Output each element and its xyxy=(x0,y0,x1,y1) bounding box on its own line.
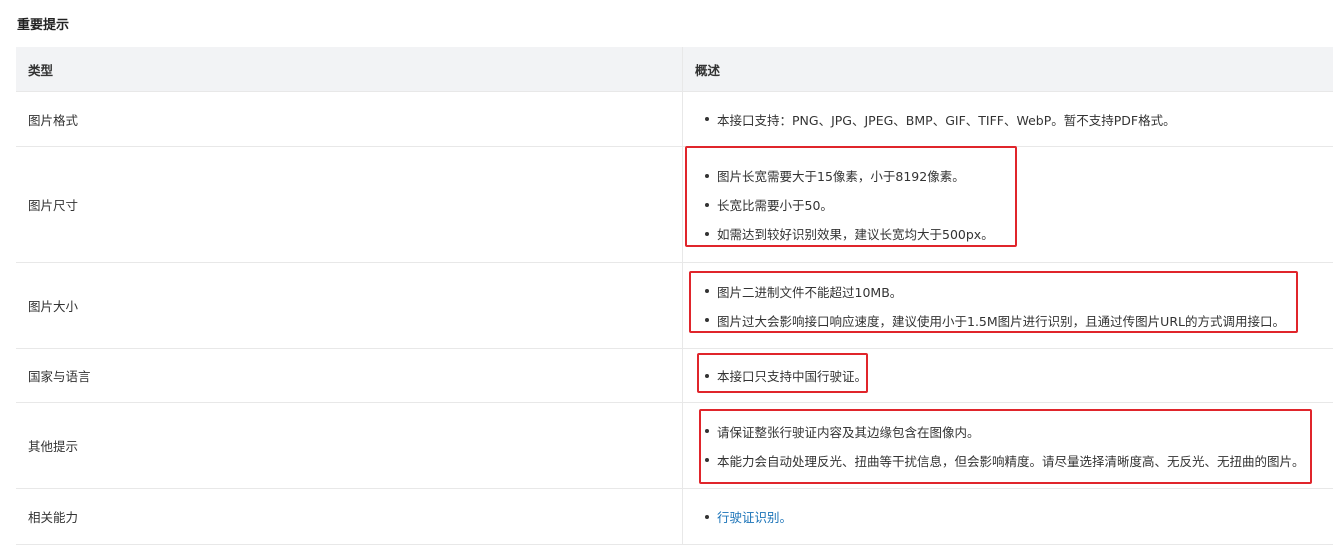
list-item: 长宽比需要小于50。 xyxy=(695,190,1333,219)
row-type-label: 其他提示 xyxy=(16,403,683,488)
bullet-icon xyxy=(705,173,709,178)
table-header-row: 类型 概述 xyxy=(16,47,1333,92)
bullet-icon xyxy=(705,289,709,293)
bullet-icon xyxy=(705,202,709,207)
bullet-icon xyxy=(705,231,709,236)
bullet-icon xyxy=(705,514,709,519)
row-description: 行驶证识别。 xyxy=(683,489,1333,544)
row-description: 图片长宽需要大于15像素，小于8192像素。 长宽比需要小于50。 如需达到较好… xyxy=(683,146,1333,262)
bullet-icon xyxy=(705,458,709,462)
bullet-icon xyxy=(705,117,709,121)
table-row-country: 国家与语言 本接口只支持中国行驶证。 xyxy=(16,349,1333,403)
table-row-other: 其他提示 请保证整张行驶证内容及其边缘包含在图像内。 本能力会自动处理反光、扭曲… xyxy=(16,403,1333,489)
bullet-icon xyxy=(705,318,709,322)
list-item: 本接口支持：PNG、JPG、JPEG、BMP、GIF、TIFF、WebP。暂不支… xyxy=(695,105,1333,134)
bullet-icon xyxy=(705,373,709,378)
column-header-desc: 概述 xyxy=(695,62,721,78)
table-row-related: 相关能力 行驶证识别。 xyxy=(16,489,1333,545)
table-row-size: 图片尺寸 图片长宽需要大于15像素，小于8192像素。 长宽比需要小于50。 如… xyxy=(16,146,1333,263)
row-type-label: 国家与语言 xyxy=(16,349,683,402)
section-heading: 重要提示 xyxy=(17,18,70,33)
list-item: 图片二进制文件不能超过10MB。 xyxy=(695,277,1333,306)
row-type-label: 相关能力 xyxy=(16,489,683,544)
list-item: 图片过大会影响接口响应速度，建议使用小于1.5M图片进行识别，且通过传图片URL… xyxy=(695,306,1333,335)
list-item: 如需达到较好识别效果，建议长宽均大于500px。 xyxy=(695,219,1333,248)
row-description: 图片二进制文件不能超过10MB。 图片过大会影响接口响应速度，建议使用小于1.5… xyxy=(683,263,1333,348)
tips-table: 类型 概述 图片格式 本接口支持：PNG、JPG、JPEG、BMP、GIF、TI… xyxy=(16,47,1333,545)
list-item: 请保证整张行驶证内容及其边缘包含在图像内。 xyxy=(695,417,1333,446)
row-description: 请保证整张行驶证内容及其边缘包含在图像内。 本能力会自动处理反光、扭曲等干扰信息… xyxy=(683,403,1333,488)
list-item: 本接口只支持中国行驶证。 xyxy=(695,361,1333,390)
row-type-label: 图片格式 xyxy=(16,92,683,146)
row-type-label: 图片大小 xyxy=(16,263,683,348)
row-description: 本接口支持：PNG、JPG、JPEG、BMP、GIF、TIFF、WebP。暂不支… xyxy=(683,92,1333,146)
row-description: 本接口只支持中国行驶证。 xyxy=(683,349,1333,402)
related-capability-link[interactable]: 行驶证识别。 xyxy=(717,507,792,526)
bullet-icon xyxy=(705,429,709,433)
table-row-format: 图片格式 本接口支持：PNG、JPG、JPEG、BMP、GIF、TIFF、Web… xyxy=(16,92,1333,147)
row-type-label: 图片尺寸 xyxy=(16,147,683,262)
list-item: 本能力会自动处理反光、扭曲等干扰信息，但会影响精度。请尽量选择清晰度高、无反光、… xyxy=(695,446,1333,475)
list-item: 行驶证识别。 xyxy=(695,502,1333,531)
table-row-filesize: 图片大小 图片二进制文件不能超过10MB。 图片过大会影响接口响应速度，建议使用… xyxy=(16,263,1333,349)
list-item: 图片长宽需要大于15像素，小于8192像素。 xyxy=(695,161,1333,190)
column-header-type: 类型 xyxy=(16,47,683,91)
